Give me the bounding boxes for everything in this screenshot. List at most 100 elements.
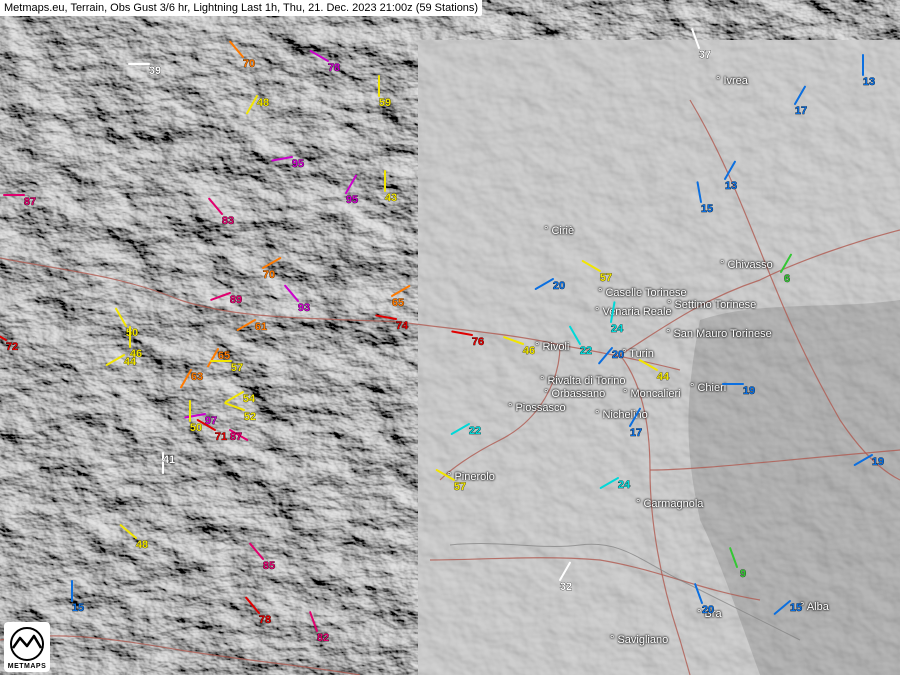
wind-barb-line (119, 524, 137, 539)
station-marker[interactable]: 46 (503, 336, 535, 357)
wind-barb-line (105, 354, 125, 366)
station-marker[interactable]: 57 (581, 260, 612, 284)
gust-value: 24 (618, 479, 631, 491)
gust-value: 54 (243, 393, 256, 405)
station-marker[interactable]: 15 (696, 181, 714, 215)
gust-value: 95 (346, 194, 358, 206)
station-marker[interactable]: 87 (3, 194, 36, 208)
wind-barb-line (180, 369, 192, 389)
wind-barb-line (569, 325, 581, 345)
station-marker[interactable]: 61 (236, 319, 267, 333)
gust-value: 71 (215, 431, 227, 443)
station-marker[interactable]: 19 (722, 383, 755, 397)
station-marker[interactable]: 24 (610, 301, 624, 335)
gust-value: 70 (243, 58, 255, 70)
gust-value: 20 (612, 349, 624, 361)
station-marker[interactable]: 13 (724, 160, 737, 192)
station-marker[interactable]: 65 (207, 348, 230, 368)
wind-barb-line (780, 253, 792, 273)
wind-barb-line (0, 335, 7, 341)
station-marker[interactable]: 22 (450, 423, 481, 437)
wind-barb-line (115, 307, 127, 327)
station-marker[interactable]: 19 (853, 454, 884, 468)
station-marker[interactable]: 83 (208, 197, 234, 227)
station-marker[interactable]: 89 (210, 292, 242, 306)
station-marker[interactable]: 32 (559, 561, 572, 593)
gust-value: 70 (263, 269, 275, 281)
station-marker[interactable]: 17 (794, 85, 807, 117)
station-marker[interactable]: 78 (245, 596, 271, 626)
wind-barb-line (184, 413, 206, 419)
station-marker[interactable]: 70 (262, 257, 282, 281)
wind-barb-line (534, 278, 554, 290)
station-marker[interactable]: 15 (773, 600, 802, 615)
station-marker[interactable]: 59 (378, 75, 391, 109)
station-marker[interactable]: 37 (691, 28, 711, 61)
station-marker[interactable]: 95 (271, 156, 304, 170)
wind-barb-line (208, 197, 223, 215)
gust-value: 85 (263, 560, 275, 572)
station-marker[interactable]: 52 (224, 402, 256, 423)
station-marker[interactable]: 85 (249, 542, 275, 572)
gust-value: 22 (469, 425, 481, 437)
station-marker[interactable]: 57 (435, 469, 466, 493)
station-marker[interactable]: 44 (638, 359, 670, 383)
station-marker[interactable]: 43 (384, 170, 397, 204)
station-marker[interactable]: 44 (105, 354, 137, 368)
station-marker[interactable]: 50 (115, 307, 138, 339)
gust-value: 63 (191, 371, 203, 383)
wind-barb-line (450, 423, 470, 435)
wind-barb-line (503, 336, 524, 345)
station-marker[interactable]: 20 (694, 583, 714, 616)
metmaps-logo[interactable]: METMAPS (4, 622, 50, 672)
station-marker[interactable]: 57 (210, 360, 243, 374)
gust-value: 50 (126, 327, 138, 339)
station-marker[interactable]: 22 (569, 325, 592, 357)
wind-barb-line (724, 160, 736, 180)
station-marker[interactable]: 78 (309, 50, 340, 74)
station-marker[interactable]: 24 (599, 477, 631, 491)
station-marker[interactable]: 72 (0, 330, 18, 353)
station-marker[interactable]: 6 (780, 253, 792, 285)
gust-value: 13 (863, 76, 875, 88)
station-marker[interactable]: 48 (119, 524, 148, 551)
gust-value: 20 (553, 280, 565, 292)
terrain-map[interactable]: ° Ivrea ° Ciriè ° Chivasso ° Caselle Torine… (0, 0, 900, 675)
station-marker[interactable]: 74 (375, 314, 409, 332)
station-marker[interactable]: 15 (71, 580, 84, 614)
gust-value: 78 (328, 62, 340, 74)
gust-value: 9 (740, 568, 746, 580)
station-marker[interactable]: 39 (128, 63, 161, 77)
station-marker[interactable]: 82 (309, 611, 329, 644)
wind-barb-line (773, 600, 791, 615)
station-marker[interactable]: 63 (180, 369, 203, 389)
gust-value: 74 (396, 320, 409, 332)
station-marker[interactable]: 87 (229, 429, 249, 443)
station-marker[interactable]: 95 (345, 174, 358, 206)
station-marker[interactable]: 50 (189, 400, 202, 434)
station-marker[interactable]: 20 (598, 347, 624, 365)
station-marker[interactable]: 93 (284, 284, 310, 314)
station-marker[interactable]: 76 (451, 330, 484, 348)
wind-barb-line (375, 314, 397, 320)
wind-barb-line (236, 319, 256, 331)
station-marker[interactable]: 41 (162, 452, 175, 474)
station-marker[interactable]: 54 (224, 391, 256, 405)
gust-value: 89 (230, 294, 242, 306)
wind-barb-line (610, 301, 616, 323)
gust-value: 57 (231, 362, 243, 374)
station-marker[interactable]: 17 (629, 407, 642, 439)
wind-barb-line (694, 583, 703, 604)
wind-barb-line (599, 477, 619, 489)
gust-value: 78 (259, 614, 271, 626)
station-marker[interactable]: 65 (391, 285, 411, 309)
station-marker[interactable]: 48 (246, 95, 269, 115)
gust-value: 22 (580, 345, 592, 357)
gust-value: 57 (600, 272, 612, 284)
wind-barb-line (309, 611, 318, 632)
station-marker[interactable]: 70 (229, 40, 255, 70)
station-marker[interactable]: 13 (862, 54, 875, 88)
station-marker[interactable]: 9 (729, 547, 746, 580)
station-marker[interactable]: 20 (534, 278, 565, 292)
wind-barb-line (691, 28, 700, 49)
